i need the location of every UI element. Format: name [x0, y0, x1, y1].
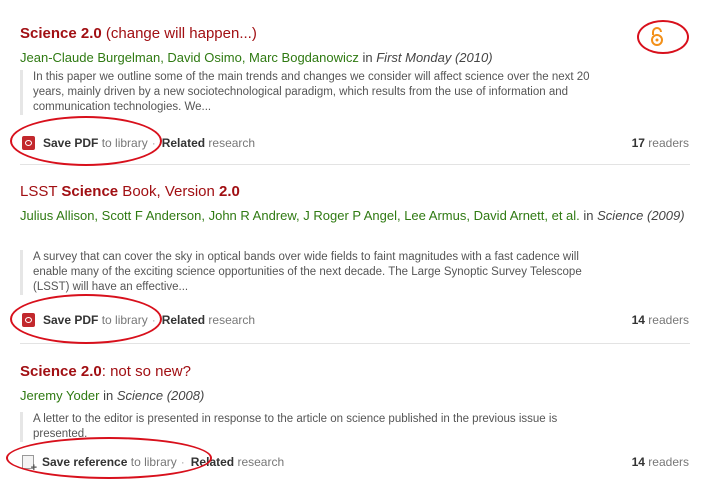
divider: [20, 343, 690, 344]
title-bold-2[interactable]: 2.0: [219, 183, 240, 200]
pdf-icon[interactable]: [22, 136, 35, 150]
readers-number: 14: [631, 313, 645, 327]
open-access-icon: [651, 27, 663, 46]
result-authors: Jeremy Yoder in Science (2008): [20, 386, 690, 405]
related-suffix[interactable]: research: [205, 313, 255, 327]
readers-count: 17 readers: [632, 136, 689, 150]
title-rest[interactable]: (change will happen...): [102, 25, 257, 42]
result-abstract: In this paper we outline some of the mai…: [20, 70, 613, 115]
result-abstract: A survey that can cover the sky in optic…: [20, 250, 613, 295]
save-suffix[interactable]: to library: [98, 313, 148, 327]
result-title[interactable]: Science 2.0 (change will happen...): [20, 25, 257, 42]
title-bold[interactable]: Science 2.0: [20, 25, 102, 42]
save-label[interactable]: Save PDF: [43, 313, 98, 327]
result-authors: Jean-Claude Burgelman, David Osimo, Marc…: [20, 48, 690, 67]
separator: ·: [180, 455, 185, 469]
related-label[interactable]: Related: [191, 455, 234, 469]
author-list[interactable]: Jeremy Yoder: [20, 388, 100, 403]
separator: ·: [151, 136, 156, 150]
separator: ·: [151, 313, 156, 327]
result-authors: Julius Allison, Scott F Anderson, John R…: [20, 206, 690, 225]
save-suffix[interactable]: to library: [127, 455, 177, 469]
related-label[interactable]: Related: [162, 136, 205, 150]
save-reference-button[interactable]: Save reference to library: [42, 455, 177, 469]
save-label[interactable]: Save PDF: [43, 136, 98, 150]
title-pre[interactable]: LSST: [20, 183, 61, 200]
result-actions: Save reference to library · Related rese…: [22, 455, 284, 474]
related-research-link[interactable]: Related research: [162, 136, 255, 150]
result-actions: Save PDF to library · Related research: [22, 136, 255, 150]
in-word: in: [358, 50, 377, 65]
journal-name: Science (2008): [116, 388, 205, 403]
result-title[interactable]: Science 2.0: not so new?: [20, 363, 191, 380]
readers-number: 17: [631, 136, 645, 150]
journal-name: Science (2009): [597, 208, 685, 223]
related-suffix[interactable]: research: [205, 136, 255, 150]
save-label[interactable]: Save reference: [42, 455, 127, 469]
readers-number: 14: [631, 455, 645, 469]
readers-count: 14 readers: [632, 455, 689, 469]
title-mid[interactable]: Book, Version: [118, 183, 219, 200]
related-research-link[interactable]: Related research: [162, 313, 255, 327]
related-suffix[interactable]: research: [234, 455, 284, 469]
save-pdf-button[interactable]: Save PDF to library: [43, 313, 148, 327]
author-list[interactable]: Julius Allison, Scott F Anderson, John R…: [20, 208, 580, 223]
save-suffix[interactable]: to library: [98, 136, 148, 150]
readers-count: 14 readers: [632, 313, 689, 327]
related-research-link[interactable]: Related research: [191, 455, 284, 469]
title-rest[interactable]: : not so new?: [102, 363, 191, 380]
title-bold[interactable]: Science 2.0: [20, 363, 102, 380]
in-word: in: [579, 208, 598, 223]
save-pdf-button[interactable]: Save PDF to library: [43, 136, 148, 150]
divider: [20, 164, 690, 165]
related-label[interactable]: Related: [162, 313, 205, 327]
result-actions: Save PDF to library · Related research: [22, 313, 255, 327]
readers-label: readers: [644, 313, 689, 327]
author-list[interactable]: Jean-Claude Burgelman, David Osimo, Marc…: [20, 50, 359, 65]
result-abstract: A letter to the editor is presented in r…: [20, 412, 613, 442]
readers-label: readers: [644, 455, 689, 469]
in-word: in: [99, 388, 117, 403]
pdf-icon[interactable]: [22, 313, 35, 327]
result-title[interactable]: LSST Science Book, Version 2.0: [20, 183, 240, 200]
title-bold[interactable]: Science: [61, 183, 118, 200]
readers-label: readers: [644, 136, 689, 150]
journal-name: First Monday (2010): [376, 50, 493, 65]
reference-icon[interactable]: [22, 455, 37, 474]
